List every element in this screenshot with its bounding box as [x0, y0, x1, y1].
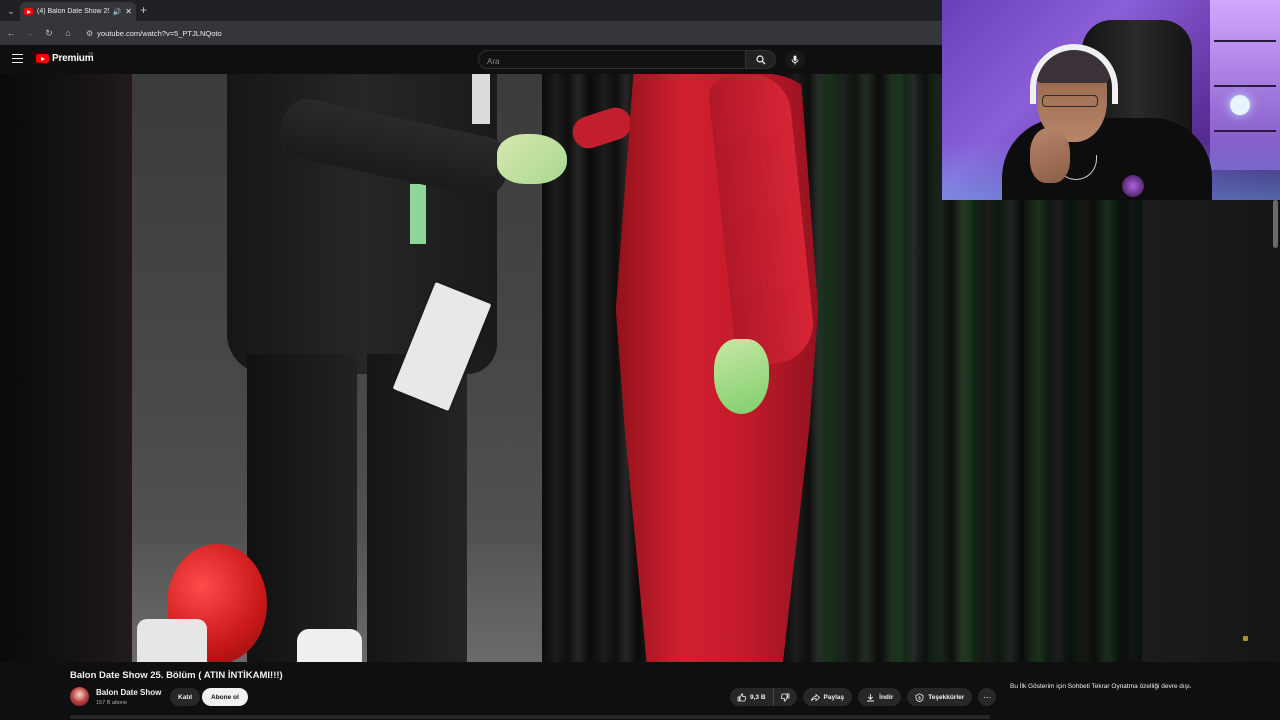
home-icon[interactable]: ⌂ [63, 28, 73, 38]
video-ambient-left [0, 74, 132, 662]
thanks-label: Teşekkürler [928, 693, 965, 701]
url-text[interactable]: youtube.com/watch?v=5_PTJLNQoto [97, 29, 221, 38]
video-indicator [1243, 636, 1248, 641]
subscribe-button[interactable]: Abone ol [202, 688, 248, 706]
youtube-premium-logo[interactable]: Premium TR [36, 51, 94, 64]
thumbs-down-icon [780, 693, 789, 702]
share-label: Paylaş [823, 693, 845, 701]
like-count: 9,3 B [750, 693, 766, 701]
video-info: Balon Date Show 25. Bölüm ( ATIN İNTİKAM… [0, 662, 1280, 720]
share-button[interactable]: Paylaş [802, 688, 853, 706]
video-actions: 9,3 B Paylaş İndir $ Teşekkürler ⋯ [730, 688, 997, 706]
voice-search-button[interactable] [785, 50, 805, 69]
reload-icon[interactable]: ↻ [44, 28, 54, 39]
forward-arrow-icon[interactable]: → [25, 28, 35, 38]
speaker-icon[interactable]: 🔊 [113, 8, 122, 16]
like-dislike-group: 9,3 B [730, 688, 797, 706]
site-info-icon[interactable]: ⚙ [86, 29, 93, 38]
tab-close-icon[interactable]: ✕ [125, 7, 132, 16]
thanks-button[interactable]: $ Teşekkürler [907, 688, 973, 706]
search-button[interactable] [746, 50, 776, 69]
dislike-button[interactable] [774, 688, 797, 706]
download-button[interactable]: İndir [858, 688, 902, 706]
tab-title: (4) Balon Date Show 25. Bö [37, 8, 109, 15]
more-actions-icon[interactable]: ⋯ [978, 688, 997, 706]
youtube-favicon-icon [24, 8, 33, 15]
chat-replay-notice: Bu İlk Gösterim için Sohbeti Tekrar Oyna… [1010, 683, 1192, 690]
download-icon [867, 693, 875, 701]
subscriber-count: 157 B abone [96, 700, 128, 706]
youtube-logo-icon [36, 54, 49, 63]
page-scrollbar[interactable] [1273, 200, 1278, 248]
microphone [1122, 175, 1144, 197]
region-code: TR [88, 51, 94, 56]
search-box[interactable] [478, 50, 746, 70]
browser-tab[interactable]: (4) Balon Date Show 25. Bö 🔊 ✕ [20, 2, 136, 21]
streamer-webcam [942, 0, 1280, 200]
search-input[interactable] [479, 53, 745, 70]
address-field[interactable]: ⚙ youtube.com/watch?v=5_PTJLNQoto [86, 29, 222, 38]
search-icon [755, 54, 765, 64]
tab-search-chevron-down-icon[interactable]: ⌄ [4, 4, 18, 18]
browser-tab-bar: ⌄ (4) Balon Date Show 25. Bö 🔊 ✕ + [0, 0, 942, 21]
svg-text:$: $ [918, 695, 921, 700]
thumbs-up-icon [737, 692, 746, 701]
mic-icon [791, 55, 799, 64]
thanks-icon: $ [915, 692, 924, 702]
description-box-edge [70, 715, 990, 719]
download-label: İndir [879, 693, 894, 701]
join-button[interactable]: Katıl [170, 688, 201, 706]
browser-toolbar: ← → ↻ ⌂ ⚙ youtube.com/watch?v=5_PTJLNQot… [0, 21, 942, 45]
back-arrow-icon[interactable]: ← [6, 28, 16, 38]
channel-name[interactable]: Balon Date Show [96, 688, 161, 697]
channel-avatar[interactable] [70, 687, 89, 706]
youtube-header: Premium TR [0, 45, 942, 74]
video-title: Balon Date Show 25. Bölüm ( ATIN İNTİKAM… [70, 670, 283, 681]
like-button[interactable]: 9,3 B [730, 688, 774, 706]
hamburger-menu-icon[interactable] [12, 54, 23, 63]
share-icon [810, 693, 820, 701]
new-tab-plus-icon[interactable]: + [140, 3, 147, 17]
